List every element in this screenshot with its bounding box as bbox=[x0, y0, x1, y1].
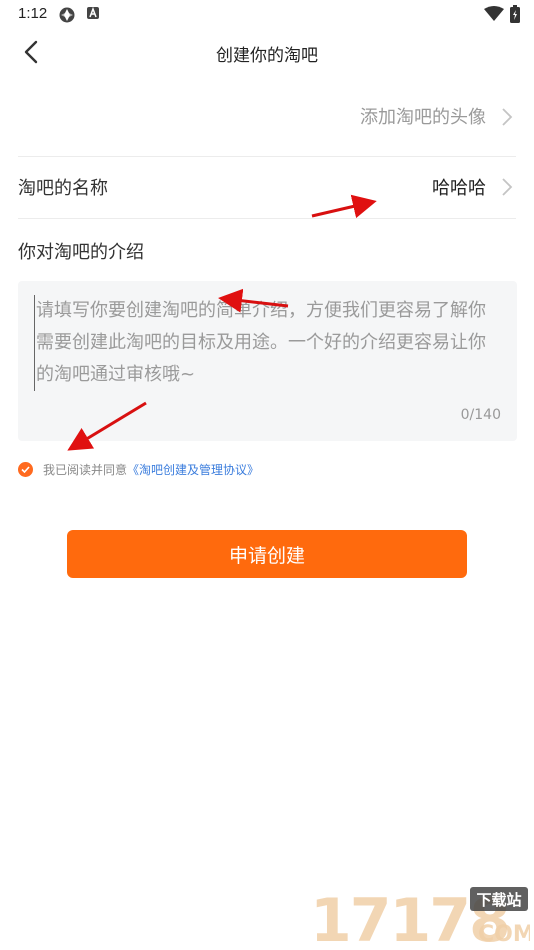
check-icon bbox=[21, 465, 30, 473]
chevron-right-icon bbox=[502, 178, 513, 196]
svg-text:下载站: 下载站 bbox=[476, 891, 521, 909]
agreement-checkbox[interactable] bbox=[18, 461, 33, 477]
screen: 1:12 创建你的淘吧 添加淘吧的头像 淘吧的名称 哈哈哈 你对淘吧的介绍 请填… bbox=[0, 0, 534, 950]
divider bbox=[18, 218, 516, 219]
svg-text:COM: COM bbox=[478, 922, 530, 947]
add-avatar-label: 添加淘吧的头像 bbox=[360, 107, 486, 128]
battery-charging-icon bbox=[510, 5, 520, 23]
status-indicators bbox=[484, 5, 520, 23]
page-title: 创建你的淘吧 bbox=[216, 46, 318, 66]
bar-name-value: 哈哈哈 bbox=[432, 178, 486, 199]
divider bbox=[18, 156, 516, 157]
apply-create-button[interactable]: 申请创建 bbox=[67, 530, 467, 578]
app-notification-icon bbox=[59, 7, 75, 23]
intro-char-counter: 0/140 bbox=[460, 407, 501, 423]
chevron-right-icon bbox=[502, 108, 513, 126]
bar-name-label: 淘吧的名称 bbox=[18, 178, 108, 199]
status-time: 1:12 bbox=[18, 5, 48, 22]
intro-label: 你对淘吧的介绍 bbox=[18, 242, 144, 263]
add-avatar-row[interactable]: 添加淘吧的头像 bbox=[18, 95, 516, 139]
agreement-text: 我已阅读并同意 bbox=[43, 462, 128, 477]
accessibility-notification-icon bbox=[87, 6, 99, 19]
intro-placeholder: 请填写你要创建淘吧的简单介绍，方便我们更容易了解你需要创建此淘吧的目标及用途。一… bbox=[34, 295, 502, 391]
app-header: 创建你的淘吧 bbox=[0, 28, 534, 76]
intro-textarea[interactable]: 请填写你要创建淘吧的简单介绍，方便我们更容易了解你需要创建此淘吧的目标及用途。一… bbox=[18, 281, 517, 441]
bar-name-row[interactable]: 淘吧的名称 哈哈哈 bbox=[18, 165, 516, 209]
site-watermark-logo: 17178 下载站 COM bbox=[310, 886, 530, 947]
agreement-row: 我已阅读并同意 《淘吧创建及管理协议》 bbox=[18, 460, 259, 478]
wifi-icon bbox=[484, 6, 504, 21]
status-bar: 1:12 bbox=[0, 0, 534, 28]
agreement-link[interactable]: 《淘吧创建及管理协议》 bbox=[127, 461, 259, 478]
